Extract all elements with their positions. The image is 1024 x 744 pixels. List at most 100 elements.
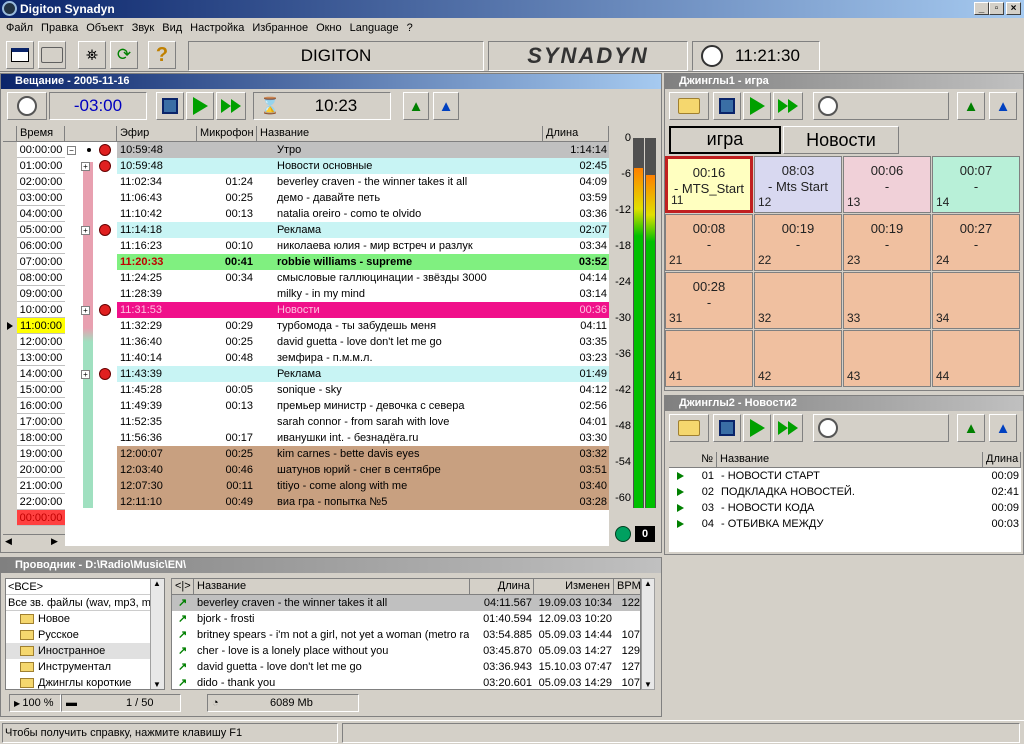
minus-icon[interactable]: ▬	[66, 697, 77, 709]
cart-blue-icon[interactable]: ▲	[433, 92, 459, 120]
jingle-cell[interactable]: 44	[932, 330, 1020, 387]
length-column-header[interactable]: Длина	[543, 126, 609, 142]
play-row-icon[interactable]	[677, 504, 684, 512]
playlist-row[interactable]: 11:40:14 00:48 земфира - п.м.м.л. 03:23	[117, 350, 609, 366]
timer-icon[interactable]	[813, 414, 949, 442]
file-row[interactable]: ↗ david guetta - love don't let me go 03:3…	[172, 659, 640, 675]
binoculars-icon[interactable]: ⛯	[78, 41, 106, 69]
new-window-icon[interactable]	[6, 41, 34, 69]
file-type-filter[interactable]: Все зв. файлы (wav, mp3, m	[6, 595, 152, 611]
fast-forward-button[interactable]	[773, 92, 803, 120]
timer-icon[interactable]	[813, 92, 949, 120]
jingle-cell[interactable]: 00:06- 13	[843, 156, 931, 213]
hour-cell[interactable]: 02:00:00	[17, 174, 65, 190]
hour-cell[interactable]: 10:00:00	[17, 302, 65, 318]
play-button[interactable]	[186, 92, 214, 120]
playlist-row[interactable]: 12:11:10 00:49 виа гра - попытка №5 03:28	[117, 494, 609, 510]
hour-cell[interactable]: 14:00:00	[17, 366, 65, 382]
menu-item[interactable]: Настройка	[186, 22, 248, 34]
hour-cell[interactable]: 07:00:00	[17, 254, 65, 270]
fast-forward-button[interactable]	[216, 92, 246, 120]
play-row-icon[interactable]	[677, 472, 684, 480]
jingle-cell[interactable]: 33	[843, 272, 931, 329]
maximize-icon[interactable]: ▫	[989, 2, 1004, 15]
hour-cell[interactable]: 08:00:00	[17, 270, 65, 286]
expand-toggle-icon[interactable]: +	[81, 226, 90, 235]
refresh-icon[interactable]: ⟳	[110, 41, 138, 69]
jingle-cell[interactable]: 00:28- 31	[665, 272, 753, 329]
stop-button[interactable]	[713, 414, 741, 442]
cart-blue-icon[interactable]: ▲	[989, 414, 1017, 442]
playlist-row[interactable]: 11:06:43 00:25 демо - давайте петь 03:59	[117, 190, 609, 206]
hour-cell[interactable]: 15:00:00	[17, 382, 65, 398]
help-icon[interactable]: ?	[148, 41, 176, 69]
playlist-row[interactable]: 11:14:18 Реклама 02:07	[117, 222, 609, 238]
playlist-row[interactable]: 10:59:48 Утро 1:14:14	[117, 142, 609, 158]
close-icon[interactable]: ×	[1006, 2, 1021, 15]
open-folder-icon[interactable]	[669, 92, 709, 120]
name-column-header[interactable]: Название	[194, 579, 470, 595]
playlist-row[interactable]: 11:43:39 Реклама 01:49	[117, 366, 609, 382]
jingle-row[interactable]: 04 - ОТБИВКА МЕЖДУ 00:03	[669, 516, 1021, 532]
fast-forward-button[interactable]	[773, 414, 803, 442]
play-button[interactable]	[743, 414, 771, 442]
length-column-header[interactable]: Длина	[470, 579, 534, 595]
menu-item[interactable]: Избранное	[248, 22, 312, 34]
mic-column-header[interactable]: Микрофон	[197, 126, 257, 142]
playlist-row[interactable]: 11:56:36 00:17 иванушки int. - безнадёга.r…	[117, 430, 609, 446]
playlist-row[interactable]: 11:10:42 00:13 natalia oreiro - como te ol…	[117, 206, 609, 222]
expand-toggle-icon[interactable]: −	[67, 146, 76, 155]
jingle-row[interactable]: 01 - НОВОСТИ СТАРТ 00:09	[669, 468, 1021, 484]
hour-cell[interactable]: 18:00:00	[17, 430, 65, 446]
play-button[interactable]	[743, 92, 771, 120]
playlist-row[interactable]: 11:49:39 00:13 премьер министр - девочка с…	[117, 398, 609, 414]
length-column-header[interactable]: Длина	[983, 452, 1021, 468]
jingle-row[interactable]: 03 - НОВОСТИ КОДА 00:09	[669, 500, 1021, 516]
bpm-column-header[interactable]: BPM	[614, 579, 640, 595]
jingle-cell[interactable]: 00:27- 24	[932, 214, 1020, 271]
menu-item[interactable]: Вид	[158, 22, 186, 34]
hour-cell[interactable]: 17:00:00	[17, 414, 65, 430]
stop-button[interactable]	[713, 92, 741, 120]
playlist-row[interactable]: 11:20:33 00:41 robbie williams - supreme 03…	[117, 254, 609, 270]
jingle-cell[interactable]: 41	[665, 330, 753, 387]
expand-toggle-icon[interactable]: +	[81, 306, 90, 315]
tab-game[interactable]: игра	[669, 126, 781, 154]
file-row[interactable]: ↗ dido - thank you 03:20.601 05.09.03 14:29…	[172, 675, 640, 689]
menu-item[interactable]: ?	[403, 22, 417, 34]
file-scrollbar[interactable]: ▲ ▼	[641, 578, 655, 690]
playlist-row[interactable]: 11:02:34 01:24 beverley craven - the winne…	[117, 174, 609, 190]
playlist-row[interactable]: 11:28:39 milky - in my mind 03:14	[117, 286, 609, 302]
file-row[interactable]: ↗ beverley craven - the winner takes it a…	[172, 595, 640, 611]
menu-item[interactable]: Правка	[37, 22, 82, 34]
air-column-header[interactable]: Эфир	[117, 126, 197, 142]
hour-cell[interactable]: 11:00:00	[17, 318, 65, 334]
tab-news[interactable]: Новости	[783, 126, 899, 154]
playlist-row[interactable]: 11:24:25 00:34 смысловые галлюцинации - зв…	[117, 270, 609, 286]
hour-cell[interactable]: 01:00:00	[17, 158, 65, 174]
cart-blue-icon[interactable]: ▲	[989, 92, 1017, 120]
hour-cell[interactable]: 20:00:00	[17, 462, 65, 478]
timer-icon[interactable]	[7, 92, 47, 120]
jingle-cell[interactable]: 43	[843, 330, 931, 387]
hour-cell[interactable]: 00:00:00	[17, 142, 65, 158]
hour-cell[interactable]: 13:00:00	[17, 350, 65, 366]
play-row-icon[interactable]	[677, 520, 684, 528]
jingle-cell[interactable]: 08:03- Mts Start 12	[754, 156, 842, 213]
hour-cell[interactable]: 12:00:00	[17, 334, 65, 350]
playlist-row[interactable]: 12:07:30 00:11 titiyo - come along with me…	[117, 478, 609, 494]
menu-item[interactable]: Language	[346, 22, 403, 34]
stop-button[interactable]	[156, 92, 184, 120]
hour-cell[interactable]: 09:00:00	[17, 286, 65, 302]
folder-scrollbar[interactable]: ▲ ▼	[150, 579, 164, 689]
expand-toggle-icon[interactable]: +	[81, 370, 90, 379]
menu-item[interactable]: Окно	[312, 22, 346, 34]
hour-cell[interactable]: 05:00:00	[17, 222, 65, 238]
name-column-header[interactable]: Название	[717, 452, 983, 468]
hour-cell[interactable]: 00:00:00	[17, 510, 65, 526]
playlist-row[interactable]: 11:16:23 00:10 николаева юлия - мир встреч…	[117, 238, 609, 254]
playlist-row[interactable]: 11:45:28 00:05 sonique - sky 04:12	[117, 382, 609, 398]
playlist-row[interactable]: 11:52:35 sarah connor - from sarah with l…	[117, 414, 609, 430]
play-row-icon[interactable]	[677, 488, 684, 496]
filter-all-select[interactable]: <ВСЕ>	[6, 579, 152, 595]
